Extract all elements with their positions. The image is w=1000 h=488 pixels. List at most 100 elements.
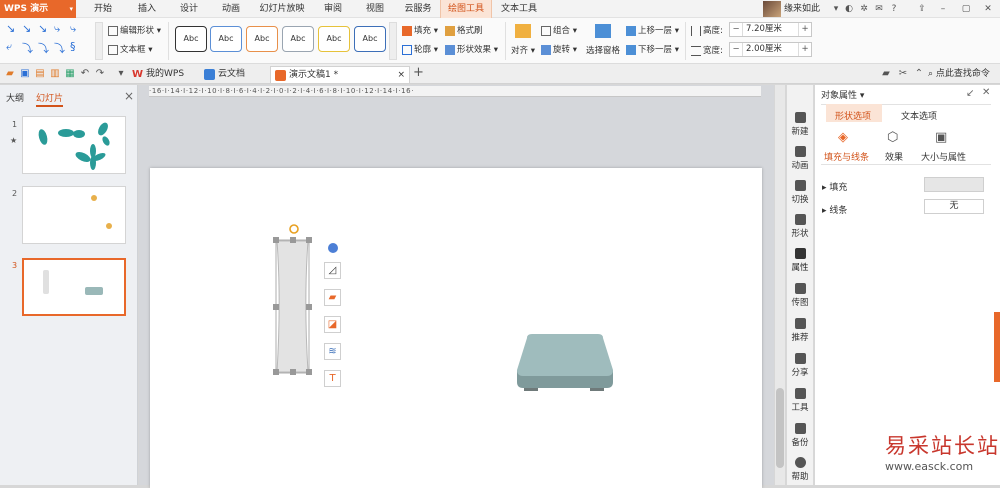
print-preview-icon[interactable]: ▦	[64, 68, 76, 80]
edit-shape-float-button[interactable]: ◿	[324, 262, 341, 279]
collapse-ribbon-icon[interactable]: ⌃	[913, 68, 925, 80]
tab-animation[interactable]: 动画	[216, 0, 246, 18]
line-value-select[interactable]: 无	[924, 199, 984, 214]
subtab-size-properties[interactable]: 大小与属性	[921, 150, 966, 163]
tab-text-tools[interactable]: 文本工具	[496, 0, 542, 18]
shape-style-2[interactable]: Abc	[210, 26, 242, 52]
open-icon[interactable]: ▰	[4, 68, 16, 80]
selected-shape[interactable]	[268, 222, 318, 382]
fill-float-button[interactable]: ▰	[324, 289, 341, 306]
rail-animation[interactable]: 动画	[786, 146, 814, 171]
maximize-icon[interactable]: ▢	[960, 3, 972, 15]
shape-style-5[interactable]: Abc	[318, 26, 350, 52]
shape-style-4[interactable]: Abc	[282, 26, 314, 52]
save-icon[interactable]: ▣	[19, 68, 31, 80]
shape-style-3[interactable]: Abc	[246, 26, 278, 52]
command-search[interactable]: ⌕ 点此查找命令	[928, 66, 990, 82]
rail-shapes[interactable]: 形状	[786, 214, 814, 239]
settings-icon[interactable]: ✲	[858, 3, 870, 15]
avatar[interactable]	[763, 1, 781, 17]
dock-icon[interactable]: ↙	[966, 88, 974, 99]
tab-my-wps[interactable]: W 我的WPS	[128, 66, 198, 83]
rail-backup[interactable]: 备份	[786, 423, 814, 448]
style-gallery-scroll[interactable]	[389, 22, 397, 60]
outline-button[interactable]: 轮廓 ▾	[402, 43, 438, 55]
fill-section-toggle[interactable]: ▸ 填充	[822, 180, 847, 193]
new-tab-button[interactable]: +	[413, 65, 424, 80]
slide-thumbnail-1[interactable]	[22, 116, 126, 174]
tab-cloud-docs[interactable]: 云文档	[200, 66, 266, 83]
close-icon[interactable]: ✕	[982, 3, 994, 15]
fill-value-select[interactable]	[924, 177, 984, 192]
width-stepper[interactable]: − 2.00厘米 +	[729, 42, 812, 57]
close-panel-icon[interactable]: ×	[124, 89, 134, 103]
feedback-icon[interactable]: ✉	[873, 3, 885, 15]
print-icon[interactable]: ▤	[34, 68, 46, 80]
minimize-icon[interactable]: –	[937, 3, 949, 15]
rail-properties[interactable]: 属性	[786, 248, 814, 273]
group-button[interactable]: 组合 ▾	[541, 24, 577, 36]
fill-button[interactable]: 填充 ▾	[402, 24, 438, 36]
shape-gallery[interactable]: ↘ ↘ ↘ ⤷ ⤷ ⤶ ⤵ ⤵ ⤵ §	[4, 22, 94, 60]
gallery-scroll[interactable]	[95, 22, 103, 60]
tab-cloud[interactable]: 云服务	[400, 0, 436, 18]
tab-slides[interactable]: 幻灯片	[36, 91, 64, 107]
height-value[interactable]: 7.20厘米	[744, 23, 782, 36]
tab-review[interactable]: 审阅	[318, 0, 348, 18]
shape-style-1[interactable]: Abc	[175, 26, 207, 52]
tools-icon[interactable]: ✂	[897, 68, 909, 80]
height-increase-button[interactable]: +	[798, 23, 811, 36]
rounded-box-shape[interactable]	[512, 332, 618, 394]
edit-shape-button[interactable]: 编辑形状 ▾	[108, 24, 161, 36]
text-float-button[interactable]: T	[324, 370, 341, 387]
shape-style-6[interactable]: Abc	[354, 26, 386, 52]
comment-icon[interactable]: ▰	[880, 68, 892, 80]
rail-tools[interactable]: 工具	[786, 388, 814, 413]
tab-presentation-1[interactable]: 演示文稿1 * ×	[270, 66, 410, 83]
format-painter-button[interactable]: 格式刷	[445, 24, 483, 36]
rail-transition[interactable]: 切换	[786, 180, 814, 205]
skin-icon[interactable]: ◐	[843, 3, 855, 15]
tab-drawing-tools[interactable]: 绘图工具	[440, 0, 492, 18]
tab-slideshow[interactable]: 幻灯片放映	[256, 0, 308, 18]
subtab-fill-line[interactable]: 填充与线条	[824, 150, 869, 163]
height-stepper[interactable]: − 7.20厘米 +	[729, 22, 812, 37]
tab-design[interactable]: 设计	[174, 0, 204, 18]
restore-icon[interactable]: ⇪	[916, 3, 928, 15]
tab-insert[interactable]: 插入	[132, 0, 162, 18]
height-decrease-button[interactable]: −	[730, 23, 743, 36]
width-increase-button[interactable]: +	[798, 43, 811, 56]
rail-recommend[interactable]: 推荐	[786, 318, 814, 343]
redo-icon[interactable]: ↷	[94, 68, 106, 80]
tab-shape-options[interactable]: 形状选项	[835, 109, 871, 122]
close-icon[interactable]: ✕	[982, 87, 990, 98]
send-backward-button[interactable]: 下移一层 ▾	[626, 43, 679, 55]
customize-toolbar-icon[interactable]: ▾	[115, 68, 127, 80]
rail-upload-image[interactable]: 传图	[786, 283, 814, 308]
side-handle[interactable]	[994, 312, 1000, 382]
outline-float-button[interactable]: ◪	[324, 316, 341, 333]
layers-float-button[interactable]: ≋	[324, 343, 341, 360]
slide-thumbnail-3[interactable]	[22, 258, 126, 316]
width-decrease-button[interactable]: −	[730, 43, 743, 56]
rail-new[interactable]: 新建	[786, 112, 814, 137]
help-icon[interactable]: ?	[888, 3, 900, 15]
tab-view[interactable]: 视图	[360, 0, 390, 18]
export-pdf-icon[interactable]: ▥	[49, 68, 61, 80]
tab-text-options[interactable]: 文本选项	[901, 109, 937, 122]
line-section-toggle[interactable]: ▸ 线条	[822, 203, 847, 216]
user-name[interactable]: 缘来如此	[784, 0, 820, 18]
tab-outline[interactable]: 大纲	[6, 91, 24, 104]
panel-title[interactable]: 对象属性 ▾	[821, 88, 864, 101]
app-menu-button[interactable]: WPS 演示 ▾	[0, 0, 76, 18]
align-button[interactable]: 对齐 ▾	[511, 44, 535, 56]
close-tab-icon[interactable]: ×	[397, 67, 405, 84]
rail-help[interactable]: 帮助	[786, 457, 814, 482]
shape-effects-button[interactable]: 形状效果 ▾	[445, 43, 498, 55]
subtab-effects[interactable]: 效果	[885, 150, 903, 163]
width-value[interactable]: 2.00厘米	[744, 43, 782, 56]
chevron-down-icon[interactable]: ▾	[830, 3, 842, 15]
scrollbar-thumb[interactable]	[776, 388, 784, 468]
rotate-button[interactable]: 旋转 ▾	[541, 43, 577, 55]
selection-pane-button[interactable]: 选择窗格	[586, 44, 620, 56]
